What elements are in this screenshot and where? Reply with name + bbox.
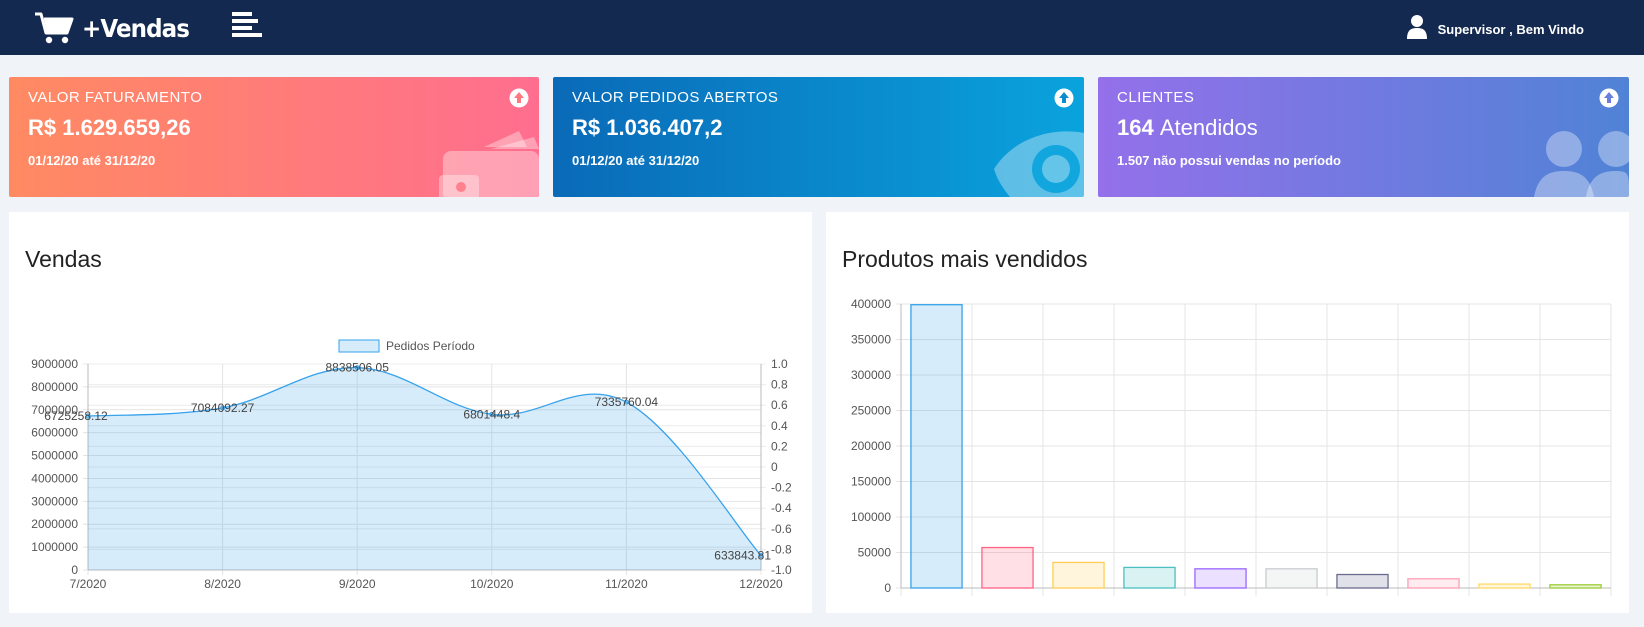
products-panel: Produtos mais vendidos 400000 350000 30000… <box>826 212 1629 613</box>
top-navbar: +Vendas Supervisor , Bem Vindo <box>0 0 1644 55</box>
card-value: R$ 1.036.407,2 <box>572 115 723 140</box>
y-tick-label: 5000000 <box>31 449 78 463</box>
card-value: 164 Atendidos <box>1117 115 1258 141</box>
products-bar-chart: 400000 350000 300000 250000 200000 150000 1000… <box>851 297 1612 596</box>
y-tick-label: 350000 <box>851 333 891 347</box>
card-valor-faturamento: VALOR FATURAMENTO R$ 1.629.659,26 01/12/… <box>9 77 539 197</box>
data-label: 6725258.12 <box>44 409 108 423</box>
y2-tick-label: -0.8 <box>771 542 792 556</box>
y-tick-label: 400000 <box>851 297 891 311</box>
bar <box>981 546 1034 589</box>
card-title: VALOR PEDIDOS ABERTOS <box>572 89 779 106</box>
y-tick-label: 200000 <box>851 439 891 453</box>
data-label: 7084092.27 <box>191 401 255 415</box>
user-icon <box>1406 15 1427 39</box>
card-title: CLIENTES <box>1117 89 1195 106</box>
bar <box>1549 584 1602 589</box>
bar <box>1194 568 1247 589</box>
x-tick-label: 7/2020 <box>70 577 107 591</box>
y2-tick-label: -0.4 <box>771 501 792 515</box>
y-tick-label: 6000000 <box>31 426 78 440</box>
data-label: 633843.81 <box>714 548 771 562</box>
bar <box>1265 568 1318 589</box>
y-tick-label: 3000000 <box>31 494 78 508</box>
y-tick-label: 0 <box>71 563 78 577</box>
data-label: 6801448.4 <box>463 407 520 421</box>
user-menu[interactable]: Supervisor , Bem Vindo <box>1406 7 1584 47</box>
y-tick-label: 50000 <box>858 546 892 560</box>
x-tick-label: 10/2020 <box>470 577 514 591</box>
y-tick-label: 250000 <box>851 404 891 418</box>
y2-tick-label: 0.2 <box>771 439 788 453</box>
brand-logo[interactable]: +Vendas <box>34 8 198 48</box>
clients-count-label: Atendidos <box>1159 115 1258 140</box>
bar <box>1052 561 1105 589</box>
bar <box>1336 573 1389 589</box>
y-tick-label: 1000000 <box>31 540 78 554</box>
card-clients-note: 1.507 não possui vendas no período <box>1117 153 1341 168</box>
data-label: 8838506.05 <box>325 361 389 375</box>
y2-tick-label: 0 <box>771 460 778 474</box>
clients-count: 164 <box>1117 115 1154 140</box>
x-tick-label: 12/2020 <box>739 577 783 591</box>
legend-label: Pedidos Período <box>386 339 475 353</box>
eye-icon <box>994 131 1084 197</box>
y2-tick-label: -1.0 <box>771 563 792 577</box>
brand-name: +Vendas <box>82 13 190 43</box>
y2-tick-label: 0.8 <box>771 378 788 392</box>
user-greeting: Supervisor , Bem Vindo <box>1437 21 1584 37</box>
y-tick-label: 0 <box>884 581 891 595</box>
y2-tick-label: -0.6 <box>771 522 792 536</box>
shopping-cart-icon <box>35 12 74 44</box>
card-period: 01/12/20 até 31/12/20 <box>28 153 156 168</box>
y-tick-label: 8000000 <box>31 380 78 394</box>
y-tick-label: 300000 <box>851 368 891 382</box>
y-tick-label: 9000000 <box>31 357 78 371</box>
card-clientes: CLIENTES 164 Atendidos 1.507 não possui … <box>1098 77 1629 197</box>
y-tick-label: 2000000 <box>31 517 78 531</box>
sales-area-chart: 9000000800000070000006000000500000040000… <box>31 339 792 591</box>
users-icon <box>1534 131 1629 197</box>
hamburger-menu-icon[interactable] <box>230 10 264 38</box>
y2-tick-label: 0.4 <box>771 419 788 433</box>
y2-tick-label: 1.0 <box>771 357 788 371</box>
x-tick-label: 8/2020 <box>204 577 241 591</box>
y-tick-label: 100000 <box>851 510 891 524</box>
data-label: 7335760.04 <box>595 395 659 409</box>
sales-panel: Vendas 9000000 8000000 7000000 6000000 50000… <box>9 212 812 613</box>
card-period: 01/12/20 até 31/12/20 <box>572 153 700 168</box>
card-valor-pedidos-abertos: VALOR PEDIDOS ABERTOS R$ 1.036.407,2 01/… <box>553 77 1084 197</box>
x-tick-label: 9/2020 <box>339 577 376 591</box>
x-tick-label: 11/2020 <box>605 577 648 591</box>
arrow-circle-up-icon[interactable] <box>1054 88 1074 108</box>
legend-swatch <box>338 339 380 353</box>
y-tick-label: 4000000 <box>31 471 78 485</box>
series-area <box>88 367 761 570</box>
wallet-icon <box>439 131 539 197</box>
y2-tick-label: -0.2 <box>771 481 792 495</box>
card-title: VALOR FATURAMENTO <box>28 89 203 106</box>
bar <box>910 304 963 589</box>
y-tick-label: 150000 <box>851 475 891 489</box>
arrow-circle-up-icon[interactable] <box>1599 88 1619 108</box>
bar <box>1407 578 1460 589</box>
bar <box>1478 583 1531 589</box>
arrow-circle-up-icon[interactable] <box>509 88 529 108</box>
bar <box>1123 566 1176 589</box>
y2-tick-label: 0.6 <box>771 398 788 412</box>
card-value: R$ 1.629.659,26 <box>28 115 191 140</box>
